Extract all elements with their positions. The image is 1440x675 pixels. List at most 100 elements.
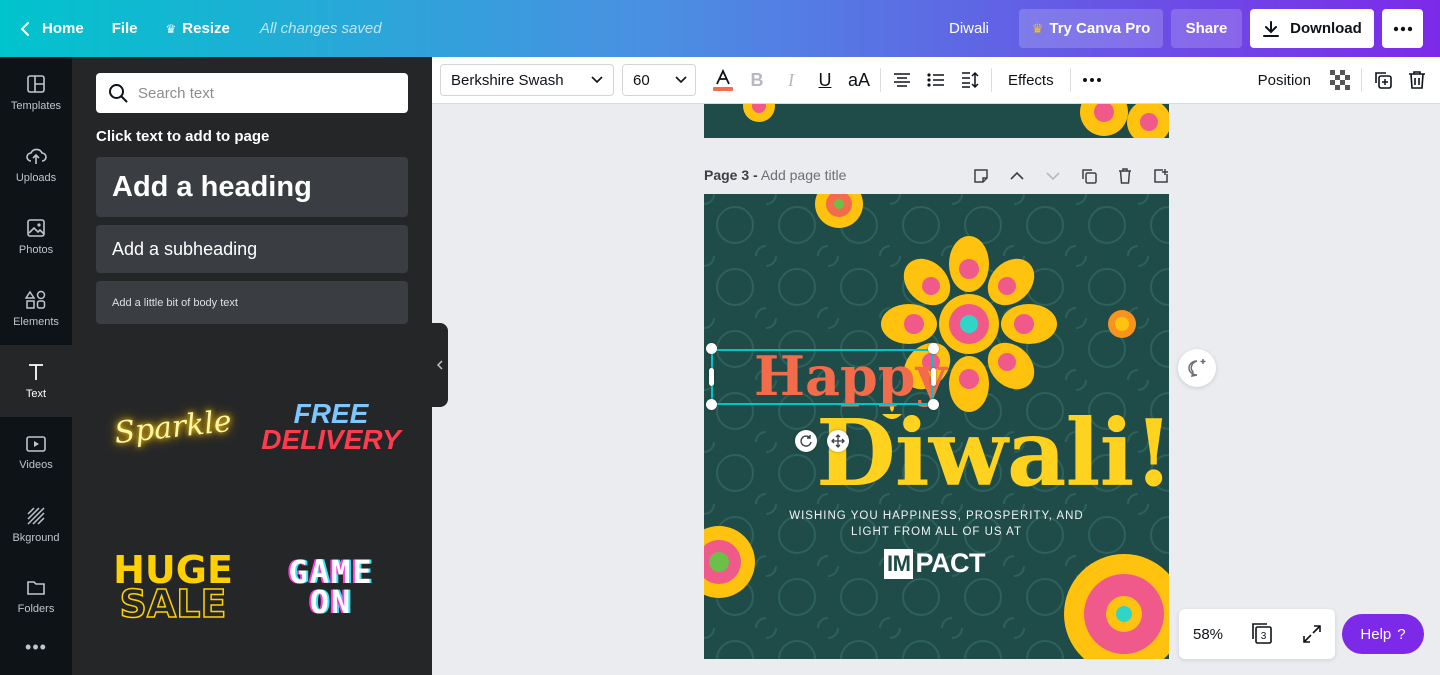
resize-button[interactable]: ♛ Resize [152, 9, 244, 49]
try-canva-pro-button[interactable]: ♛ Try Canva Pro [1019, 9, 1163, 48]
home-button[interactable]: Home [0, 9, 98, 49]
add-heading-button[interactable]: Add a heading [96, 157, 408, 217]
download-icon [1263, 20, 1280, 37]
fullscreen-icon[interactable] [1303, 625, 1321, 643]
add-page-icon[interactable] [1143, 164, 1179, 188]
resize-handle-top-left[interactable] [706, 343, 717, 354]
effects-button[interactable]: Effects [996, 64, 1066, 96]
search-input[interactable] [138, 84, 398, 102]
text-template-huge-sale[interactable]: HUGE SALE [98, 532, 248, 642]
help-button[interactable]: Help ? [1342, 614, 1424, 654]
design-title[interactable]: Diwali [927, 20, 1011, 37]
file-menu[interactable]: File [98, 9, 152, 49]
share-button[interactable]: Share [1171, 9, 1242, 48]
template-line: ON [309, 583, 353, 621]
panel-heading: Click text to add to page [96, 128, 270, 145]
text-color-button[interactable] [706, 64, 740, 96]
more-apps-icon[interactable]: ••• [0, 633, 72, 658]
background-pattern-icon [27, 507, 45, 525]
duplicate-icon[interactable] [1366, 64, 1400, 96]
add-subheading-button[interactable]: Add a subheading [96, 225, 408, 273]
logo-text: PACT [915, 548, 985, 578]
text-template-sparkle[interactable]: Sparkle [93, 364, 254, 489]
greeting-text[interactable]: WISHING YOU HAPPINESS, PROSPERITY, AND L… [784, 508, 1089, 540]
font-family-value: Berkshire Swash [451, 71, 564, 89]
text-color-icon [713, 68, 733, 91]
design-page-3[interactable]: Happy Diwali! WISHING YOU HAPPINESS, PRO… [704, 194, 1169, 659]
image-icon [27, 219, 45, 237]
top-bar: Home File ♛ Resize All changes saved Diw… [0, 0, 1440, 57]
rail-item-folders[interactable]: Folders [0, 561, 72, 633]
editor-toolbar: Berkshire Swash 60 B I U aA Effects Posi… [432, 57, 1440, 104]
page-2-preview[interactable] [704, 104, 1169, 138]
rail-item-videos[interactable]: Videos [0, 417, 72, 489]
position-button[interactable]: Position [1246, 64, 1323, 96]
chevron-down-icon [675, 76, 687, 84]
page-grid-button[interactable]: 3 [1251, 623, 1275, 645]
rail-label: Uploads [15, 172, 57, 184]
resize-handle-left[interactable] [709, 368, 714, 386]
move-page-up-icon[interactable] [999, 164, 1035, 188]
font-size-dropdown[interactable]: 60 [622, 64, 696, 96]
text-template-free-delivery[interactable]: FREE DELIVERY [256, 372, 406, 482]
help-label: Help [1360, 625, 1392, 643]
crown-icon: ♛ [1031, 20, 1044, 36]
rail-item-templates[interactable]: Templates [0, 57, 72, 129]
more-dots-icon [1393, 26, 1412, 31]
toolbar-divider [880, 68, 881, 92]
rail-label: Elements [13, 316, 59, 328]
home-label: Home [42, 20, 84, 37]
page-title-input[interactable]: Add page title [761, 167, 847, 183]
rail-item-text[interactable]: Text [0, 345, 72, 417]
more-dots-icon[interactable] [1075, 64, 1109, 96]
chevron-left-icon [437, 360, 443, 370]
rotate-icon[interactable] [795, 430, 817, 452]
rail-item-photos[interactable]: Photos [0, 201, 72, 273]
transparency-icon[interactable] [1323, 64, 1357, 96]
delete-page-icon[interactable] [1107, 164, 1143, 188]
bold-icon[interactable]: B [740, 64, 774, 96]
rail-label: Photos [18, 244, 54, 256]
toolbar-divider [991, 68, 992, 92]
more-options-button[interactable] [1382, 9, 1423, 48]
add-comment-button[interactable] [1178, 349, 1216, 387]
templates-icon [27, 75, 45, 93]
collapse-panel-button[interactable] [432, 323, 448, 407]
list-icon[interactable] [919, 64, 953, 96]
shapes-icon [25, 290, 46, 309]
add-body-text-button[interactable]: Add a little bit of body text [96, 281, 408, 324]
duplicate-page-icon[interactable] [1071, 164, 1107, 188]
canvas-area: Page 3 - Add page title Happy Diwali! WI… [448, 104, 1440, 675]
diwali-text[interactable]: Diwali! [816, 399, 1169, 507]
rail-item-background[interactable]: Bkground [0, 489, 72, 561]
page-label: Page 3 - Add page title [704, 167, 846, 183]
align-center-icon[interactable] [885, 64, 919, 96]
underline-icon[interactable]: U [808, 64, 842, 96]
impact-logo[interactable]: IM PACT [884, 548, 985, 579]
text-template-game-on[interactable]: GAME ON [256, 532, 406, 642]
toolbar-divider [1069, 68, 1071, 92]
resize-handle-bottom-left[interactable] [706, 399, 717, 410]
download-button[interactable]: Download [1250, 9, 1374, 48]
chevron-down-icon [591, 76, 603, 84]
download-label: Download [1290, 20, 1362, 37]
pages-icon: 3 [1252, 623, 1272, 644]
move-page-down-icon[interactable] [1035, 164, 1071, 188]
move-icon[interactable] [827, 430, 849, 452]
save-status: All changes saved [259, 20, 382, 37]
logo-box: IM [884, 548, 914, 579]
spacing-icon[interactable] [953, 64, 987, 96]
zoom-level[interactable]: 58% [1193, 626, 1223, 643]
resize-handle-bottom-right[interactable] [928, 399, 939, 410]
resize-handle-right[interactable] [931, 368, 936, 386]
trash-icon[interactable] [1400, 64, 1434, 96]
italic-icon[interactable]: I [774, 64, 808, 96]
page-notes-icon[interactable] [963, 164, 999, 188]
resize-label: Resize [182, 20, 230, 37]
rail-item-uploads[interactable]: Uploads [0, 129, 72, 201]
letter-case-icon[interactable]: aA [842, 64, 876, 96]
rail-item-elements[interactable]: Elements [0, 273, 72, 345]
resize-handle-top-right[interactable] [928, 343, 939, 354]
font-family-dropdown[interactable]: Berkshire Swash [440, 64, 614, 96]
left-rail: Templates Uploads Photos Elements Text V… [0, 57, 72, 675]
